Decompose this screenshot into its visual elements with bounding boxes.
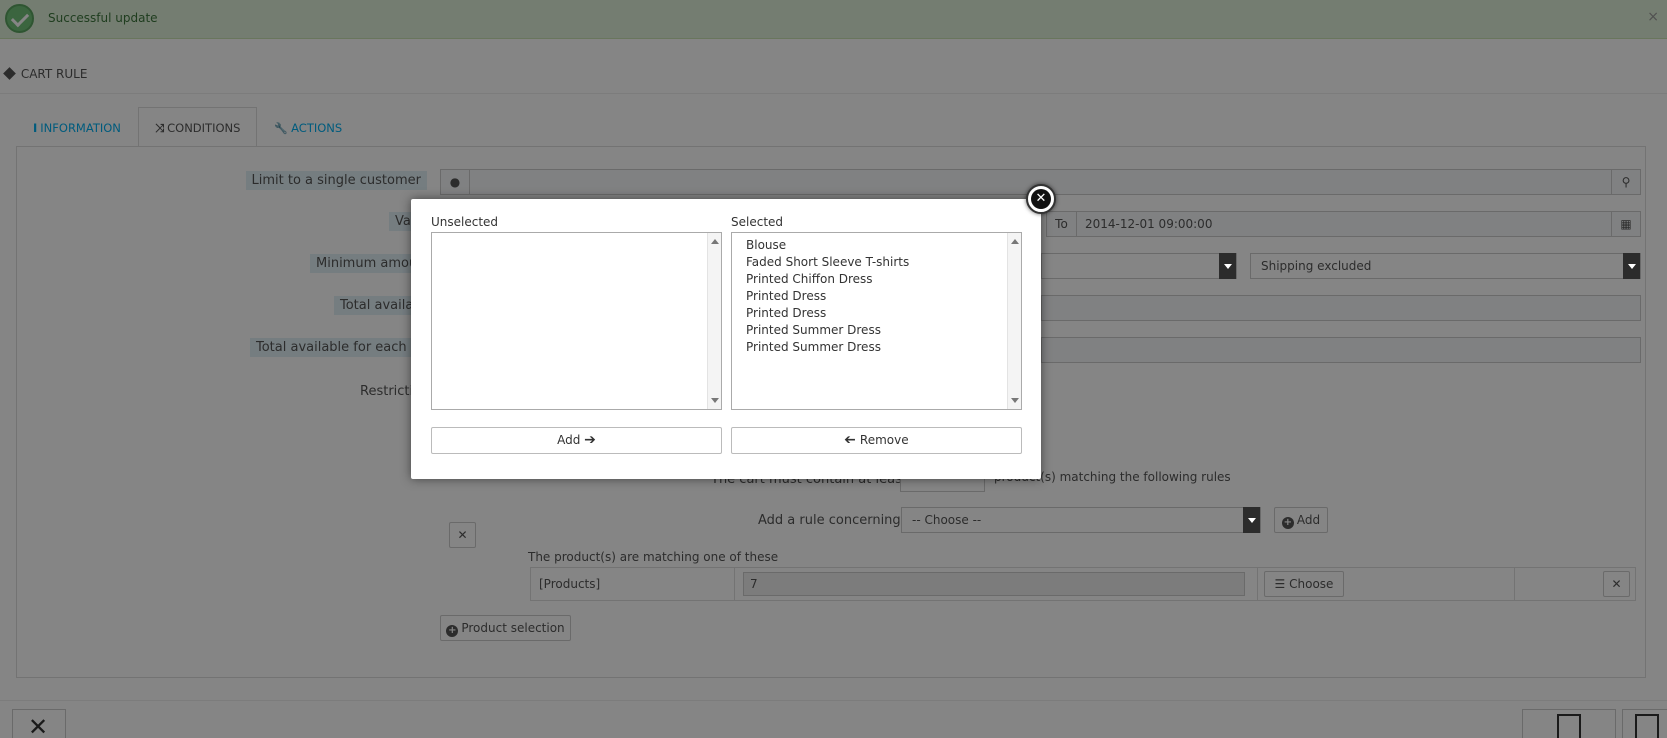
- unselected-listbox[interactable]: [431, 232, 722, 410]
- selected-title: Selected: [731, 215, 784, 229]
- product-selection-dialog: Unselected Selected Blouse Faded Short S…: [411, 199, 1041, 479]
- list-item[interactable]: Printed Summer Dress: [746, 322, 1021, 339]
- add-to-selected-button[interactable]: Add ➔: [431, 427, 722, 454]
- scroll-up-icon: [711, 239, 719, 244]
- selected-listbox[interactable]: Blouse Faded Short Sleeve T-shirts Print…: [731, 232, 1022, 410]
- list-item[interactable]: Printed Dress: [746, 305, 1021, 322]
- close-modal-button[interactable]: ✕: [1026, 184, 1056, 214]
- scroll-up-icon: [1011, 239, 1019, 244]
- list-item[interactable]: Faded Short Sleeve T-shirts: [746, 254, 1021, 271]
- unselected-title: Unselected: [431, 215, 499, 229]
- scrollbar[interactable]: [1007, 233, 1021, 409]
- close-icon: ✕: [1031, 189, 1051, 209]
- list-item[interactable]: Blouse: [746, 237, 1021, 254]
- chevron-down-icon: [1224, 264, 1232, 269]
- scroll-down-icon: [711, 398, 719, 403]
- list-item[interactable]: Printed Dress: [746, 288, 1021, 305]
- chevron-down-icon: [1248, 518, 1256, 523]
- scroll-down-icon: [1011, 398, 1019, 403]
- arrow-left-icon: ➔: [844, 432, 857, 448]
- chevron-down-icon: [1628, 264, 1636, 269]
- scrollbar[interactable]: [707, 233, 721, 409]
- remove-from-selected-button[interactable]: ➔ Remove: [731, 427, 1022, 454]
- list-item[interactable]: Printed Chiffon Dress: [746, 271, 1021, 288]
- list-item[interactable]: Printed Summer Dress: [746, 339, 1021, 356]
- arrow-right-icon: ➔: [584, 432, 596, 448]
- selected-list: Blouse Faded Short Sleeve T-shirts Print…: [732, 233, 1021, 356]
- unselected-list: [432, 233, 721, 237]
